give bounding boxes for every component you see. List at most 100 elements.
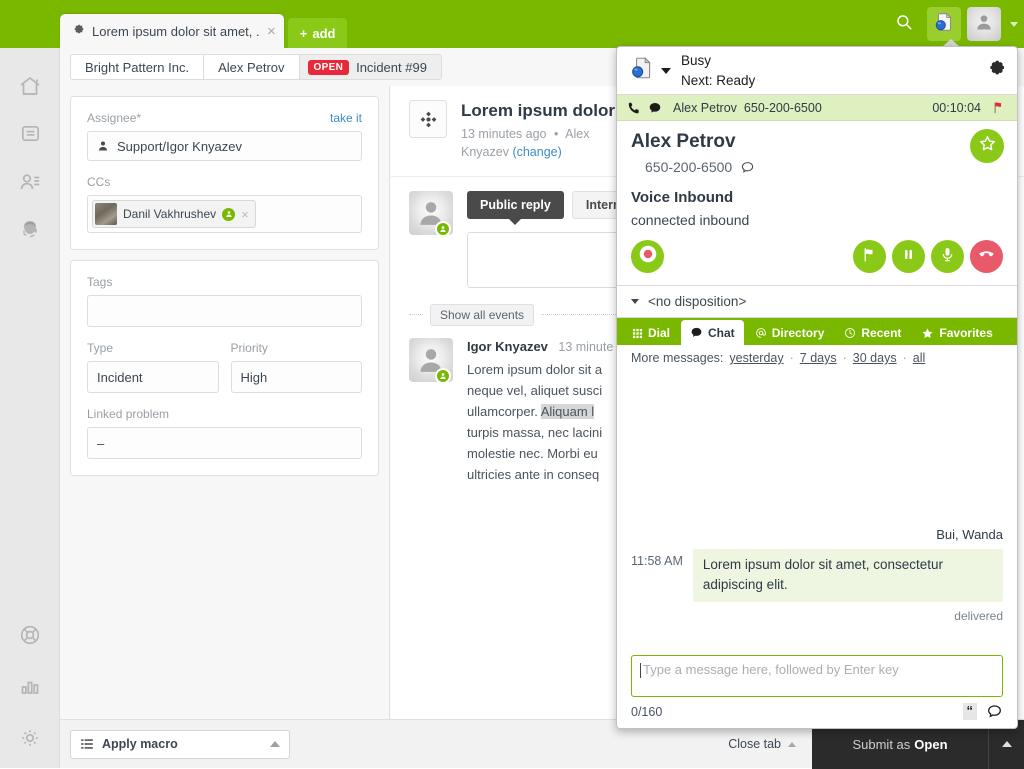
sidebar-item-agent[interactable] — [0, 208, 60, 256]
take-it-link[interactable]: take it — [330, 111, 362, 125]
agent-desktop-button[interactable] — [927, 7, 961, 41]
tags-label: Tags — [87, 275, 362, 289]
add-tab-button[interactable]: + add — [288, 18, 348, 48]
breadcrumb-company[interactable]: Bright Pattern Inc. — [70, 54, 203, 80]
priority-input[interactable]: High — [231, 361, 363, 393]
sidebar-item-reports[interactable] — [0, 664, 60, 712]
sidebar-item-settings[interactable] — [0, 716, 60, 764]
keypad-icon — [632, 328, 643, 339]
chat-message-text: Lorem ipsum dolor sit amet, consectetur … — [693, 549, 1003, 602]
interaction-name: Voice Inbound — [631, 189, 1003, 206]
more-messages-7days[interactable]: 7 days — [800, 351, 837, 365]
hold-button[interactable] — [892, 240, 925, 273]
phone-icon — [627, 101, 641, 115]
search-button[interactable] — [887, 7, 921, 41]
chevron-down-icon — [631, 299, 639, 304]
more-messages-all[interactable]: all — [913, 351, 926, 365]
hangup-button[interactable] — [970, 240, 1003, 273]
top-header-bar: Lorem ipsum dolor sit amet, ... × + add — [0, 0, 1024, 48]
at-sign-icon — [755, 327, 767, 339]
red-flag-icon[interactable] — [992, 100, 1007, 115]
sidebar-item-cases[interactable] — [0, 112, 60, 160]
agent-desktop-icon — [933, 11, 955, 38]
disposition-value: <no disposition> — [648, 294, 746, 309]
assignee-label: Assignee* — [87, 111, 141, 125]
tab-dial[interactable]: Dial — [623, 321, 679, 345]
sidebar-item-help[interactable] — [0, 613, 60, 661]
linked-problem-input[interactable]: – — [87, 427, 362, 459]
tab-public-reply[interactable]: Public reply — [467, 191, 564, 219]
breadcrumb-contact[interactable]: Alex Petrov — [203, 54, 298, 80]
separator: · — [843, 351, 847, 365]
chat-bubble-icon — [648, 101, 662, 115]
sidebar-item-contacts[interactable] — [0, 160, 60, 208]
transfer-button[interactable] — [853, 240, 886, 273]
online-person-icon — [435, 368, 451, 384]
chat-input[interactable]: Type a message here, followed by Enter k… — [631, 655, 1003, 697]
ticket-meta-author: Alex — [565, 127, 589, 141]
add-tab-label: add — [312, 26, 335, 41]
record-button[interactable] — [631, 240, 664, 273]
document-tab[interactable]: Lorem ipsum dolor sit amet, ... × — [60, 14, 284, 48]
avatar — [409, 338, 453, 382]
close-icon[interactable]: × — [267, 24, 276, 39]
apply-macro-button[interactable]: Apply macro — [70, 730, 290, 759]
star-icon — [978, 134, 997, 158]
case-icon[interactable] — [409, 100, 447, 138]
favorite-button[interactable] — [970, 129, 1004, 163]
more-messages-30days[interactable]: 30 days — [853, 351, 897, 365]
user-avatar[interactable] — [967, 7, 1001, 41]
tab-chat[interactable]: Chat — [681, 320, 744, 345]
disposition-selector[interactable]: <no disposition> — [617, 286, 1017, 318]
send-chat-icon[interactable] — [986, 703, 1003, 720]
tab-dial-label: Dial — [648, 326, 670, 340]
active-call-strip[interactable]: Alex Petrov 650-200-6500 00:10:04 — [617, 95, 1017, 121]
assignee-input[interactable]: Support/Igor Knyazev — [87, 131, 362, 161]
chat-bubble-icon[interactable] — [740, 160, 755, 175]
type-input[interactable]: Incident — [87, 361, 219, 393]
separator: · — [903, 351, 907, 365]
chat-message-receipt: delivered — [954, 609, 1003, 623]
interaction-state: connected inbound — [631, 212, 1003, 228]
breadcrumb-record[interactable]: OPEN Incident #99 — [299, 54, 442, 80]
chevron-down-icon[interactable] — [661, 68, 671, 74]
show-all-events-button[interactable]: Show all events — [430, 304, 534, 326]
headset-agent-icon — [18, 218, 42, 247]
cc-chip[interactable]: Danil Vakhrushev × — [92, 200, 256, 228]
status-badge: OPEN — [308, 60, 350, 75]
cc-chip-remove-icon[interactable]: × — [241, 208, 249, 221]
sidebar-item-home[interactable] — [0, 64, 60, 112]
tab-directory[interactable]: Directory — [746, 321, 834, 345]
left-nav-rail — [0, 48, 60, 768]
event-line-1: neque vel, aliquet susci — [467, 383, 602, 398]
ticket-properties-column: Assignee* take it Support/Igor Knyazev C… — [60, 86, 390, 768]
mute-button[interactable] — [931, 240, 964, 273]
microphone-icon — [939, 246, 956, 268]
contact-name: Alex Petrov — [631, 131, 1003, 153]
change-link[interactable]: (change) — [512, 145, 561, 159]
chevron-down-icon[interactable] — [1010, 22, 1018, 27]
contact-list-icon — [18, 170, 42, 199]
ticket-meta-author2: Knyazev — [461, 145, 509, 159]
close-tab-button[interactable]: Close tab — [728, 737, 812, 751]
ticket-meta-time: 13 minutes ago — [461, 127, 546, 141]
quote-icon[interactable]: “ — [963, 703, 978, 719]
tab-directory-label: Directory — [772, 326, 825, 340]
call-strip-timer: 00:10:04 — [932, 101, 981, 115]
tags-input[interactable] — [87, 295, 362, 327]
ccs-input[interactable]: Danil Vakhrushev × — [87, 195, 362, 233]
star-icon — [921, 327, 934, 340]
gear-icon[interactable] — [986, 58, 1007, 84]
ccs-label: CCs — [87, 175, 362, 189]
contact-phone-number: 650-200-6500 — [645, 159, 732, 175]
apply-macro-label: Apply macro — [102, 737, 178, 751]
flag-icon — [861, 246, 878, 268]
more-messages-yesterday[interactable]: yesterday — [729, 351, 783, 365]
assignee-card: Assignee* take it Support/Igor Knyazev C… — [70, 96, 379, 250]
chat-transcript[interactable]: Bui, Wanda 11:58 AM Lorem ipsum dolor si… — [617, 371, 1017, 655]
tab-favorites[interactable]: Favorites — [912, 321, 1001, 345]
tab-recent[interactable]: Recent — [835, 321, 910, 345]
document-globe-icon[interactable] — [629, 55, 655, 86]
avatar — [409, 191, 453, 235]
tab-strip: Lorem ipsum dolor sit amet, ... × + add — [60, 12, 347, 48]
